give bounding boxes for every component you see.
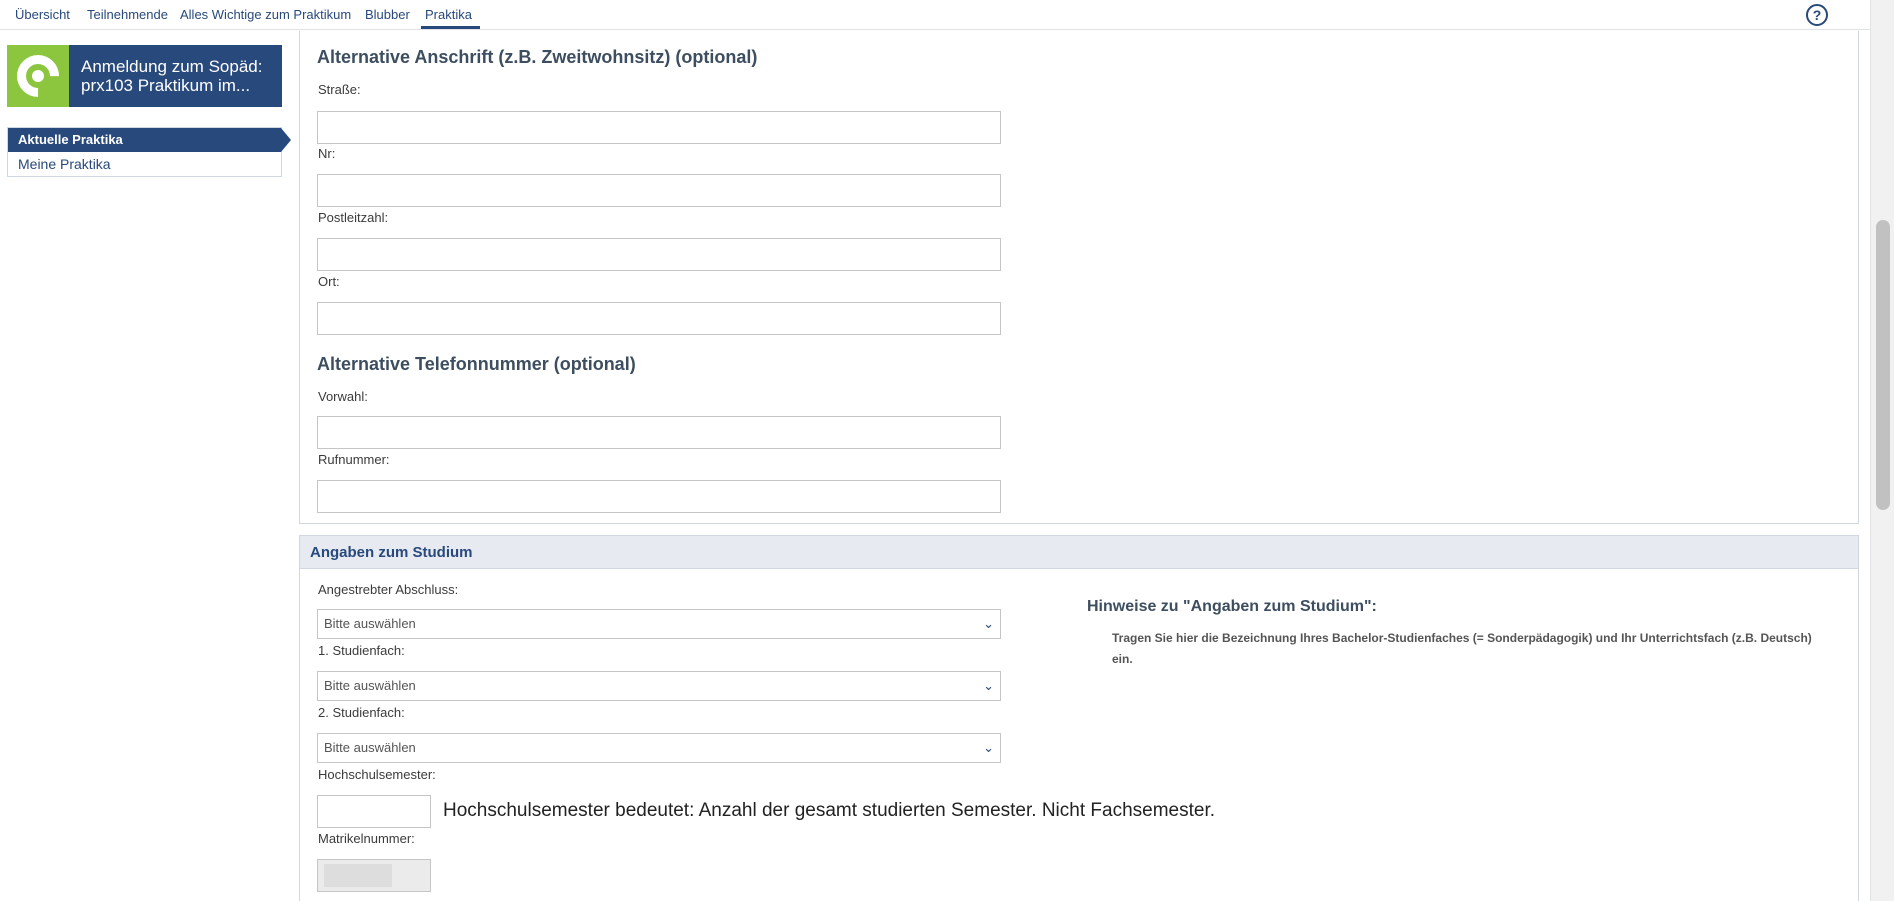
page-scrollbar[interactable]: [1870, 0, 1894, 901]
zip-input[interactable]: [317, 238, 1001, 271]
subject1-select-value: Bitte auswählen: [324, 678, 416, 693]
street-label: Straße:: [318, 82, 361, 97]
semester-input[interactable]: [317, 795, 431, 828]
sidebar-item-meine-praktika[interactable]: Meine Praktika: [8, 152, 281, 176]
phone-number-label: Rufnummer:: [318, 452, 390, 467]
subject1-label: 1. Studienfach:: [318, 643, 405, 658]
semester-note: Hochschulsemester bedeutet: Anzahl der g…: [443, 800, 1215, 821]
study-hint-text: Tragen Sie hier die Bezeichnung Ihres Ba…: [1112, 631, 1812, 666]
course-logo-icon: [7, 45, 69, 107]
city-input[interactable]: [317, 302, 1001, 335]
chevron-down-icon: ⌄: [983, 616, 994, 631]
tab-praktika[interactable]: Praktika: [425, 6, 472, 23]
course-title: Anmeldung zum Sopäd: prx103 Praktikum im…: [81, 57, 263, 95]
matrikel-label: Matrikelnummer:: [318, 831, 415, 846]
zip-label: Postleitzahl:: [318, 210, 389, 225]
contact-panel: [299, 31, 1859, 524]
active-tab-indicator: [421, 26, 480, 29]
matrikel-input: [317, 859, 431, 892]
degree-select-value: Bitte auswählen: [324, 616, 416, 631]
semester-label: Hochschulsemester:: [318, 767, 436, 782]
alt-phone-heading: Alternative Telefonnummer (optional): [317, 354, 636, 374]
sidebar-navigation: Aktuelle Praktika Meine Praktika: [7, 127, 291, 177]
subject2-select-value: Bitte auswählen: [324, 740, 416, 755]
help-icon[interactable]: ?: [1806, 4, 1828, 26]
study-panel: Angaben zum Studium: [299, 535, 1859, 901]
street-input[interactable]: [317, 111, 1001, 144]
city-label: Ort:: [318, 274, 340, 289]
area-code-label: Vorwahl:: [318, 389, 368, 404]
subject2-label: 2. Studienfach:: [318, 705, 405, 720]
chevron-down-icon: ⌄: [983, 740, 994, 755]
tab-uebersicht[interactable]: Übersicht: [15, 6, 70, 23]
top-navigation: Übersicht Teilnehmende Alles Wichtige zu…: [0, 0, 1870, 30]
number-label: Nr:: [318, 146, 336, 161]
course-context-box[interactable]: Anmeldung zum Sopäd: prx103 Praktikum im…: [7, 45, 282, 107]
alt-address-heading: Alternative Anschrift (z.B. Zweitwohnsit…: [317, 47, 758, 67]
chevron-down-icon: ⌄: [983, 678, 994, 693]
tab-blubber[interactable]: Blubber: [365, 6, 410, 23]
subject2-select[interactable]: Bitte auswählen ⌄: [317, 733, 1001, 763]
house-number-input[interactable]: [317, 174, 1001, 207]
degree-select[interactable]: Bitte auswählen ⌄: [317, 609, 1001, 639]
scrollbar-thumb[interactable]: [1876, 220, 1890, 510]
study-section-title[interactable]: Angaben zum Studium: [300, 536, 1858, 569]
sidebar-item-aktuelle-praktika[interactable]: Aktuelle Praktika: [8, 128, 291, 152]
area-code-input[interactable]: [317, 416, 1001, 449]
study-hint-heading: Hinweise zu "Angaben zum Studium":: [1087, 598, 1377, 615]
phone-number-input[interactable]: [317, 480, 1001, 513]
degree-label: Angestrebter Abschluss:: [318, 582, 459, 597]
subject1-select[interactable]: Bitte auswählen ⌄: [317, 671, 1001, 701]
tab-alles-wichtige[interactable]: Alles Wichtige zum Praktikum: [180, 6, 351, 23]
tab-teilnehmende[interactable]: Teilnehmende: [87, 6, 168, 23]
